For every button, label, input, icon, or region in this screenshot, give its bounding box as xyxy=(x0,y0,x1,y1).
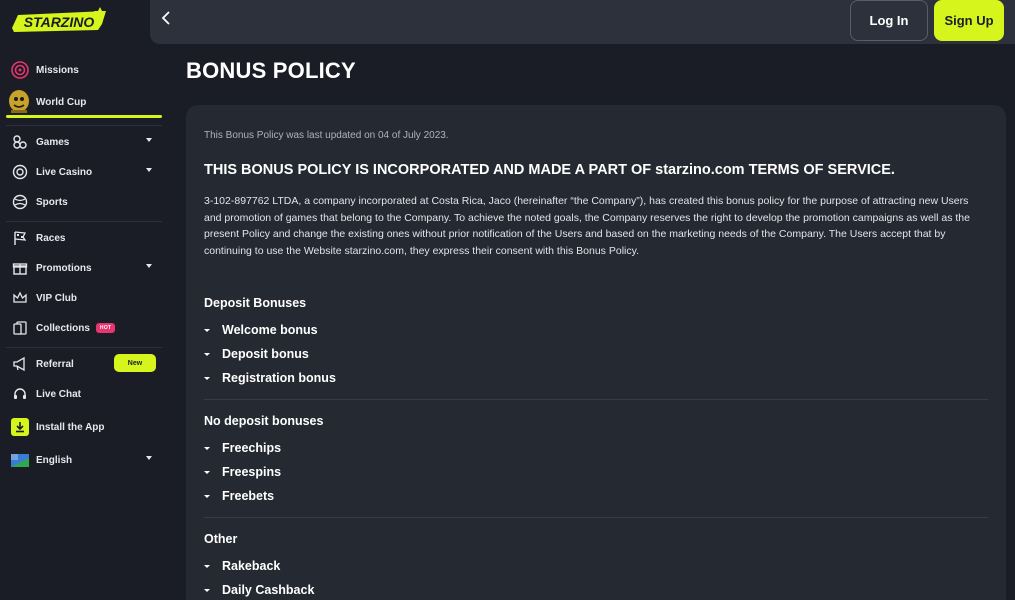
sidebar-item-label: Games xyxy=(36,136,70,148)
download-icon xyxy=(11,418,29,436)
sidebar-item-collections[interactable]: Collections HOT xyxy=(6,315,162,341)
sidebar-item-label: Missions xyxy=(36,64,79,76)
language-selector[interactable]: English xyxy=(6,447,162,473)
list-item-label: Deposit bonus xyxy=(222,347,309,361)
list-item-label: Registration bonus xyxy=(222,371,336,385)
sidebar-item-label: Races xyxy=(36,232,66,244)
list-item-label: Freechips xyxy=(222,441,282,455)
starzino-logo[interactable]: STARZINO xyxy=(10,6,110,36)
page-title: BONUS POLICY xyxy=(186,58,356,83)
list-item-label: Rakeback xyxy=(222,559,281,573)
caret-down-icon xyxy=(204,564,210,568)
sidebar-item-install-app[interactable]: Install the App xyxy=(6,414,162,440)
section-divider xyxy=(204,399,988,400)
sidebar-item-sports[interactable]: Sports xyxy=(6,189,162,215)
sidebar-item-label: World Cup xyxy=(36,96,87,108)
list-item-deposit-bonus[interactable]: Deposit bonus xyxy=(204,347,309,361)
crown-icon xyxy=(11,289,29,307)
sidebar-item-vip-club[interactable]: VIP Club xyxy=(6,285,162,311)
ball-icon xyxy=(11,193,29,211)
incorporation-heading: THIS BONUS POLICY IS INCORPORATED AND MA… xyxy=(204,162,895,178)
login-button[interactable]: Log In xyxy=(850,0,928,41)
flag-icon xyxy=(11,451,29,469)
chip-icon xyxy=(11,163,29,181)
cards-icon xyxy=(11,319,29,337)
list-item-label: Daily Cashback xyxy=(222,583,315,597)
divider xyxy=(6,221,162,222)
sidebar-item-live-chat[interactable]: Live Chat xyxy=(6,381,162,407)
sidebar-item-label: Live Casino xyxy=(36,166,93,178)
caret-down-icon xyxy=(204,328,210,332)
new-badge: New xyxy=(114,354,156,372)
chevron-down-icon[interactable] xyxy=(146,264,152,268)
list-item-freespins[interactable]: Freespins xyxy=(204,465,281,479)
section-title-other: Other xyxy=(204,532,238,546)
sidebar-item-label: Sports xyxy=(36,196,68,208)
list-item-label: Freespins xyxy=(222,465,282,479)
world-cup-icon xyxy=(8,90,30,114)
list-item-rakeback[interactable]: Rakeback xyxy=(204,559,280,573)
list-item-daily-cashback[interactable]: Daily Cashback xyxy=(204,583,314,597)
list-item-welcome-bonus[interactable]: Welcome bonus xyxy=(204,323,318,337)
sidebar-item-promotions[interactable]: Promotions xyxy=(6,255,162,281)
caret-down-icon xyxy=(204,588,210,592)
target-icon xyxy=(11,61,29,79)
sidebar-item-label: VIP Club xyxy=(36,292,77,304)
sidebar-item-label: Referral xyxy=(36,358,74,370)
last-updated-text: This Bonus Policy was last updated on 04… xyxy=(204,130,449,141)
world-cup-highlight xyxy=(6,115,162,118)
caret-down-icon xyxy=(204,376,210,380)
list-item-label: Freebets xyxy=(222,489,275,503)
megaphone-icon xyxy=(11,355,29,373)
sidebar-item-label: Live Chat xyxy=(36,388,82,400)
games-icon xyxy=(11,133,29,151)
caret-down-icon xyxy=(204,352,210,356)
chevron-down-icon[interactable] xyxy=(146,456,152,460)
chevron-down-icon[interactable] xyxy=(146,138,152,142)
sidebar-item-games[interactable]: Games xyxy=(6,129,162,155)
sidebar-item-live-casino[interactable]: Live Casino xyxy=(6,159,162,185)
caret-down-icon xyxy=(204,446,210,450)
top-header: Log In Sign Up xyxy=(150,0,1015,44)
logo-text: STARZINO xyxy=(24,14,95,30)
list-item-freechips[interactable]: Freechips xyxy=(204,441,281,455)
headset-icon xyxy=(11,385,29,403)
list-item-registration-bonus[interactable]: Registration bonus xyxy=(204,371,336,385)
sidebar-item-world-cup[interactable]: World Cup xyxy=(6,89,162,115)
chevron-down-icon[interactable] xyxy=(146,168,152,172)
caret-down-icon xyxy=(204,494,210,498)
sidebar-item-races[interactable]: Races xyxy=(6,225,162,251)
sidebar-item-missions[interactable]: Missions xyxy=(6,57,162,83)
hot-badge: HOT xyxy=(95,323,116,333)
section-title-deposit-bonuses: Deposit Bonuses xyxy=(204,296,307,310)
list-item-label: Welcome bonus xyxy=(222,323,318,337)
back-button[interactable] xyxy=(158,10,174,30)
gift-icon xyxy=(11,259,29,277)
policy-card: This Bonus Policy was last updated on 04… xyxy=(186,105,1006,600)
sidebar-item-label: English xyxy=(36,454,73,466)
sidebar-item-label: Collections xyxy=(36,322,90,334)
sidebar: STARZINO Missions World Cup Games Live C… xyxy=(0,0,168,600)
section-divider xyxy=(204,517,988,518)
divider xyxy=(6,347,162,348)
divider xyxy=(6,125,162,126)
list-item-freebets[interactable]: Freebets xyxy=(204,489,274,503)
chevron-left-icon xyxy=(161,10,171,30)
race-flag-icon xyxy=(11,229,29,247)
intro-paragraph: 3-102-897762 LTDA, a company incorporate… xyxy=(204,195,970,257)
sidebar-item-referral[interactable]: Referral New xyxy=(6,351,162,377)
section-title-no-deposit-bonuses: No deposit bonuses xyxy=(204,414,324,428)
sidebar-item-label: Promotions xyxy=(36,262,92,274)
caret-down-icon xyxy=(204,470,210,474)
signup-button[interactable]: Sign Up xyxy=(934,0,1004,41)
sidebar-item-label: Install the App xyxy=(36,421,105,433)
